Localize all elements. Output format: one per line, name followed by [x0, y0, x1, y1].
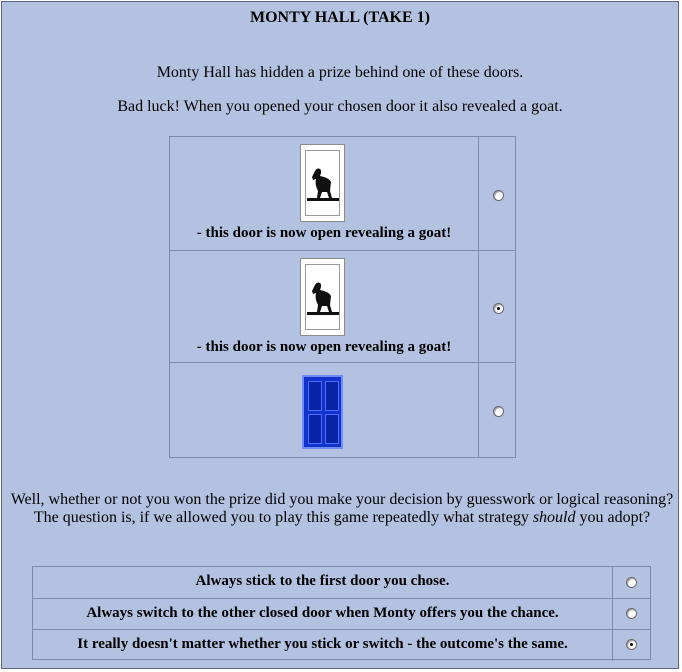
door-cell-1: - this door is now open revealing a goat… [170, 137, 479, 250]
door-row-3 [170, 362, 515, 458]
door-caption: - this door is now open revealing a goat… [196, 339, 452, 355]
goat-door-image [300, 258, 345, 336]
door-row-2: - this door is now open revealing a goat… [170, 250, 515, 363]
option-1-radio[interactable] [626, 577, 637, 588]
question-emphasis: should [532, 509, 576, 526]
goat-icon [307, 282, 339, 315]
intro-text: Monty Hall has hidden a prize behind one… [156, 64, 524, 81]
option-2-radio[interactable] [626, 608, 637, 619]
door-1-radio[interactable] [493, 190, 504, 201]
strategy-question: Well, whether or not you won the prize d… [10, 491, 674, 526]
closed-door-image [302, 375, 343, 449]
door-caption: - this door is now open revealing a goat… [196, 225, 452, 241]
goat-door-image [300, 144, 345, 222]
doors-table: - this door is now open revealing a goat… [169, 136, 516, 458]
radio-selected-dot [497, 307, 500, 310]
option-label: It really doesn't matter whether you sti… [33, 630, 613, 661]
door-3-radio[interactable] [493, 406, 504, 417]
goat-icon [307, 168, 339, 201]
radio-selected-dot [630, 643, 633, 646]
strategy-options-table: Always stick to the first door you chose… [32, 566, 651, 661]
door-cell-2: - this door is now open revealing a goat… [170, 251, 479, 363]
option-row-2: Always switch to the other closed door w… [33, 598, 650, 630]
option-3-radio[interactable] [626, 639, 637, 650]
option-row-3: It really doesn't matter whether you sti… [33, 629, 650, 661]
result-text: Bad luck! When you opened your chosen do… [117, 98, 563, 115]
page-title: MONTY HALL (TAKE 1) [249, 9, 430, 26]
option-label: Always switch to the other closed door w… [33, 599, 613, 630]
page: MONTY HALL (TAKE 1) Monty Hall has hidde… [1, 1, 679, 669]
option-label: Always stick to the first door you chose… [33, 567, 613, 598]
door-2-radio[interactable] [493, 303, 504, 314]
door-cell-3 [170, 363, 479, 458]
door-row-1: - this door is now open revealing a goat… [170, 137, 515, 250]
option-row-1: Always stick to the first door you chose… [33, 567, 650, 598]
